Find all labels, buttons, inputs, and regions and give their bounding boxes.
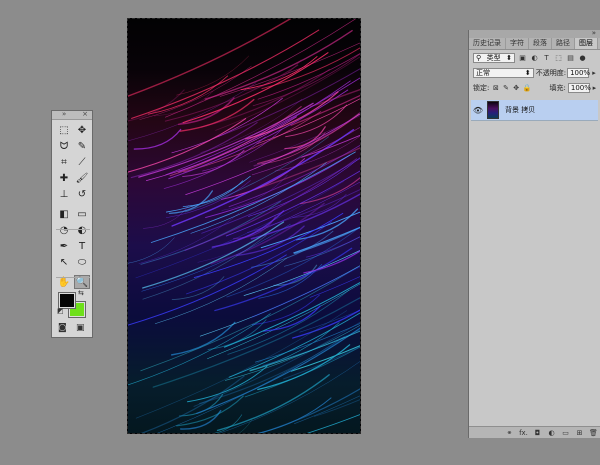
blend-mode-value: 正常 [476,68,490,77]
crop-tool-icon[interactable]: ⌗ [56,155,72,169]
healing-brush-tool-icon[interactable]: ✚ [56,171,72,185]
ellipse-tool-icon[interactable]: ⬭ [74,255,90,269]
lock-pixels-icon[interactable]: ✎ [503,83,510,92]
lock-transparent-icon[interactable]: ⊠ [492,83,499,92]
tools-panel: » × ⬚ ✥ ᗢ ✎ ⌗ ⟋ ✚ 🖌 ⊥ ↺ ◧ ▭ ◔ ◐ ✒ T ↖ ⬭ ✋ 🔍 ⇆ ◩ ◙ ▣ [51,110,93,338]
fill-value: 100% [570,83,591,92]
chevron-right-icon[interactable]: ▸ [591,83,598,92]
dodge-tool-icon[interactable]: ◐ [74,223,90,237]
trash-icon[interactable]: 🗑 [589,428,598,437]
filter-toggle-icon[interactable]: ● [578,53,587,62]
eraser-tool-icon[interactable]: ◧ [56,207,72,221]
quick-select-tool-icon[interactable]: ✎ [74,139,90,153]
tab-paragraph[interactable]: 段落 [529,38,552,49]
filter-adjustment-icon[interactable]: ◐ [530,53,539,62]
filter-type-icon[interactable]: T [542,53,551,62]
move-tool-icon[interactable]: ✥ [74,123,90,137]
brush-tool-icon[interactable]: 🖌 [74,171,90,185]
lock-row: 锁定: ⊠ ✎ ✥ 🔒 填充: 100% ▸ [473,82,598,93]
gradient-tool-icon[interactable]: ▭ [74,207,90,221]
close-icon[interactable]: × [82,110,88,118]
lasso-tool-icon[interactable]: ᗢ [56,139,72,153]
foreground-color-swatch[interactable] [58,292,76,309]
opacity-value: 100% [570,68,591,77]
layer-thumbnail [487,101,499,119]
filter-pixel-icon[interactable]: ▣ [518,53,527,62]
star-trail-image [128,19,360,433]
tab-history[interactable]: 历史记录 [469,38,506,49]
adjustment-layer-icon[interactable]: ◐ [547,428,556,437]
tab-paths[interactable]: 路径 [552,38,575,49]
lock-label: 锁定: [473,83,490,92]
history-brush-tool-icon[interactable]: ↺ [74,187,90,201]
eye-icon[interactable]: 👁 [471,106,485,115]
new-layer-icon[interactable]: ⊞ [575,428,584,437]
chevron-right-icon[interactable]: ▸ [590,68,598,77]
marquee-tool-icon[interactable]: ⬚ [56,123,72,137]
default-colors-icon[interactable]: ◩ [57,307,64,315]
fill-input[interactable]: 100% [567,82,591,93]
filter-search-icon: ⚲ [476,53,482,62]
tools-panel-header[interactable]: » × [52,110,92,120]
tab-character[interactable]: 字符 [506,38,529,49]
fill-label: 填充: [549,83,566,92]
new-group-icon[interactable]: ▭ [561,428,570,437]
add-mask-icon[interactable]: ◘ [533,428,542,437]
type-tool-icon[interactable]: T [74,239,90,253]
clone-stamp-tool-icon[interactable]: ⊥ [56,187,72,201]
blur-tool-icon[interactable]: ◔ [56,223,72,237]
layer-row-selected[interactable]: 👁 背景 拷贝 [471,100,598,121]
layer-name[interactable]: 背景 拷贝 [505,105,535,115]
chevron-down-icon: ⬍ [524,68,531,77]
pen-tool-icon[interactable]: ✒ [56,239,72,253]
path-select-tool-icon[interactable]: ↖ [56,255,72,269]
lock-all-icon[interactable]: 🔒 [523,83,532,92]
filter-row: ⚲ 类型 ⬍ ▣ ◐ T ⬚ ▤ ● [473,52,598,63]
collapse-icon[interactable]: » [62,110,66,118]
opacity-input[interactable]: 100% [567,67,591,78]
layers-panel: » 历史记录 字符 段落 路径 图层 ⚲ 类型 ⬍ ▣ ◐ T ⬚ ▤ ● 正常… [468,29,600,438]
swap-colors-icon[interactable]: ⇆ [78,289,84,297]
filter-kind-select[interactable]: ⚲ 类型 ⬍ [473,52,515,63]
panel-collapse-icon[interactable]: » [592,29,596,37]
filter-shape-icon[interactable]: ⬚ [554,53,563,62]
fx-icon[interactable]: fx. [519,428,528,437]
tab-layers[interactable]: 图层 [575,38,598,49]
layers-bottom-bar: ⚭ fx. ◘ ◐ ▭ ⊞ 🗑 [469,426,600,438]
eyedropper-tool-icon[interactable]: ⟋ [74,155,90,169]
opacity-label: 不透明度: [535,68,567,77]
panel-tabs: 历史记录 字符 段落 路径 图层 [469,38,600,50]
quick-mask-icon[interactable]: ◙ [58,323,67,333]
filter-smart-object-icon[interactable]: ▤ [566,53,575,62]
link-layers-icon[interactable]: ⚭ [505,428,514,437]
tool-divider [56,277,90,278]
filter-kind-label: 类型 [486,53,501,62]
blend-row: 正常 ⬍ 不透明度: 100% ▸ [473,67,598,78]
document-canvas[interactable] [127,18,361,434]
tool-divider [56,229,90,230]
lock-position-icon[interactable]: ✥ [513,83,520,92]
blend-mode-select[interactable]: 正常 ⬍ [473,67,534,78]
screen-mode-icon[interactable]: ▣ [76,323,85,333]
chevron-down-icon: ⬍ [506,53,512,62]
